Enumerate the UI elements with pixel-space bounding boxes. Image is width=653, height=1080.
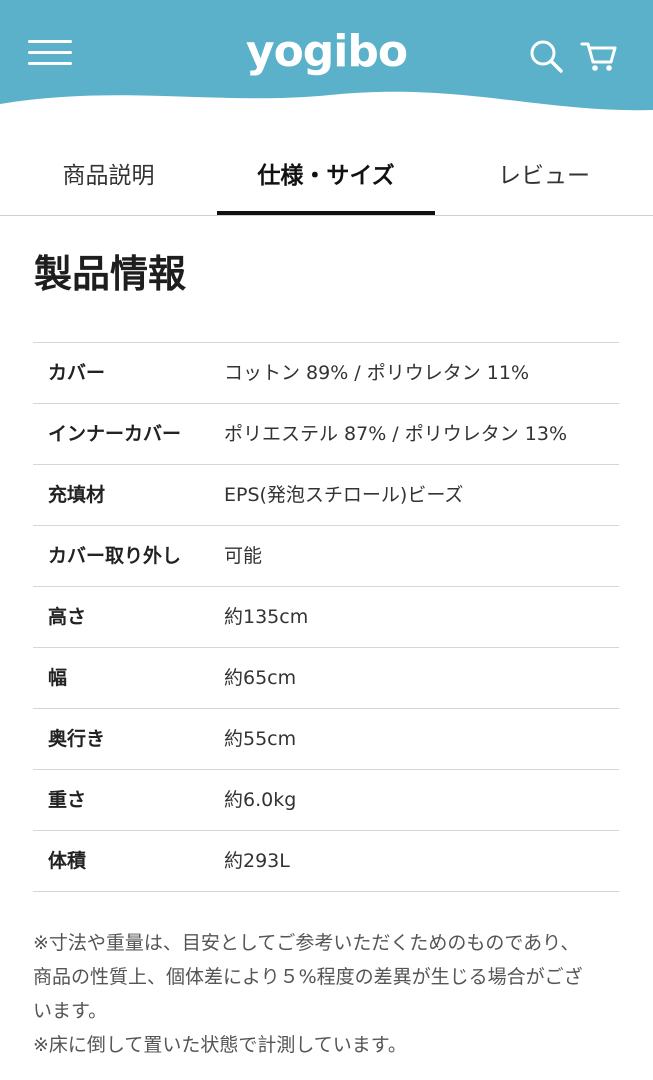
spec-label-volume: 体積 bbox=[48, 850, 87, 872]
cart-button[interactable] bbox=[580, 38, 618, 74]
spec-label-filling: 充填材 bbox=[48, 484, 106, 506]
spec-label-depth: 奥行き bbox=[48, 728, 106, 750]
spec-row: 体積 約293L bbox=[33, 831, 619, 892]
note-line: 商品の性質上、個体差により５%程度の差異が生じる場合がござ bbox=[33, 966, 583, 988]
spec-label-weight: 重さ bbox=[48, 789, 87, 811]
spec-label-cover: カバー bbox=[48, 362, 106, 384]
search-button[interactable] bbox=[528, 38, 564, 74]
note-line: ※床に倒して置いた状態で計測しています。 bbox=[33, 1034, 407, 1056]
tabs-divider bbox=[0, 215, 653, 216]
spec-table: カバー コットン 89% / ポリウレタン 11% インナーカバー ポリエステル… bbox=[33, 342, 619, 892]
spec-row: 奥行き 約55cm bbox=[33, 709, 619, 770]
spec-label-height: 高さ bbox=[48, 606, 87, 628]
spec-value-weight: 約6.0kg bbox=[224, 789, 297, 811]
spec-value-height: 約135cm bbox=[224, 606, 309, 628]
cart-icon bbox=[580, 42, 617, 71]
spec-label-inner-cover: インナーカバー bbox=[48, 423, 182, 445]
spec-value-depth: 約55cm bbox=[224, 728, 297, 750]
product-tabs: 商品説明 仕様・サイズ レビュー bbox=[0, 140, 653, 216]
spec-value-cover: コットン 89% / ポリウレタン 11% bbox=[224, 362, 530, 384]
spec-row: インナーカバー ポリエステル 87% / ポリウレタン 13% bbox=[33, 404, 619, 465]
spec-row: 幅 約65cm bbox=[33, 648, 619, 709]
spec-value-inner-cover: ポリエステル 87% / ポリウレタン 13% bbox=[224, 423, 568, 445]
note-line: います。 bbox=[33, 1000, 108, 1022]
spec-row: 充填材 EPS(発泡スチロール)ビーズ bbox=[33, 465, 619, 526]
spec-label-cover-removable: カバー取り外し bbox=[48, 545, 182, 567]
search-icon bbox=[530, 40, 563, 73]
spec-label-width: 幅 bbox=[48, 667, 68, 689]
spec-value-cover-removable: 可能 bbox=[224, 545, 263, 567]
tab-specs-size[interactable]: 仕様・サイズ bbox=[217, 140, 435, 216]
spec-row: 重さ 約6.0kg bbox=[33, 770, 619, 831]
tab-reviews[interactable]: レビュー bbox=[435, 140, 653, 216]
spec-value-filling: EPS(発泡スチロール)ビーズ bbox=[224, 484, 464, 506]
section-title: 製品情報 bbox=[34, 252, 187, 296]
spec-row: 高さ 約135cm bbox=[33, 587, 619, 648]
spec-row: カバー取り外し 可能 bbox=[33, 526, 619, 587]
tab-product-description[interactable]: 商品説明 bbox=[0, 140, 217, 216]
note-line: ※寸法や重量は、目安としてご参考いただくためのものであり、 bbox=[33, 932, 580, 954]
spec-value-volume: 約293L bbox=[224, 850, 290, 872]
spec-row: カバー コットン 89% / ポリウレタン 11% bbox=[33, 343, 619, 404]
spec-notes: ※寸法や重量は、目安としてご参考いただくためのものであり、 商品の性質上、個体差… bbox=[33, 926, 623, 1062]
spec-value-width: 約65cm bbox=[224, 667, 297, 689]
site-header: yogibo bbox=[0, 0, 653, 118]
